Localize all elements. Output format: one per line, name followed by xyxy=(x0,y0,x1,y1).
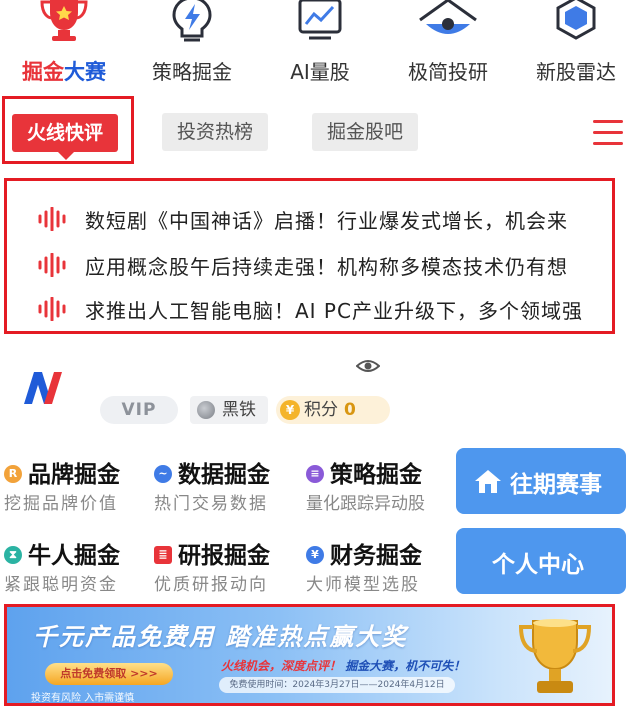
yen-coin-icon: ¥ xyxy=(306,546,324,564)
radar-eye-icon xyxy=(419,0,477,34)
risk-disclaimer: 投资有风险 入市需谨慎 xyxy=(31,693,135,703)
news-ticker: 数短剧《中国神话》启播！行业爆发式增长，机会来 应用概念股午后持续走强！机构称多… xyxy=(4,178,615,334)
chart-board-icon xyxy=(298,0,342,40)
hourglass-icon: ⧗ xyxy=(4,546,22,564)
feature-subtitle: 紧跟聪明资金 xyxy=(4,575,118,595)
points-value: 0 xyxy=(344,400,356,420)
news-text: 应用概念股午后持续走强！机构称多模态技术仍有想 xyxy=(85,255,568,279)
nav-label: 策略掘金 xyxy=(152,60,232,84)
tabs-row: 火线快评 投资热榜 掘金股吧 xyxy=(0,94,640,166)
banner-headline: 千元产品免费用 踏准热点赢大奖 xyxy=(33,623,408,651)
iron-medal-icon xyxy=(197,401,215,419)
home-icon xyxy=(475,470,501,493)
audio-wave-icon xyxy=(38,253,66,277)
feature-shuju-jueji[interactable]: ~ 数据掘金 热门交易数据 xyxy=(154,455,304,515)
feature-subtitle: 热门交易数据 xyxy=(154,494,268,514)
eye-icon[interactable] xyxy=(356,358,380,374)
feature-title: 策略掘金 xyxy=(330,462,422,488)
feature-title: 数据掘金 xyxy=(178,462,270,488)
feature-subtitle: 量化跟踪异动股 xyxy=(306,494,425,514)
feature-pinpai-jueji[interactable]: R 品牌掘金 挖掘品牌价值 xyxy=(4,455,154,515)
feature-title: 财务掘金 xyxy=(330,543,422,569)
feature-caiwu-jueji[interactable]: ¥ 财务掘金 大师模型选股 xyxy=(306,536,456,596)
banner-slogan: 火线机会，深度点评！ 掘金大赛，机不可失！ xyxy=(221,659,466,673)
nav-label: 新股雷达 xyxy=(536,60,616,84)
nav-label: 掘金大赛 xyxy=(22,60,106,84)
nav-label: AI量股 xyxy=(290,60,350,84)
news-item[interactable]: 应用概念股午后持续走强！机构称多模态技术仍有想 xyxy=(7,243,612,287)
personal-center-button[interactable]: 个人中心 xyxy=(456,528,626,594)
nav-label: 极简投研 xyxy=(408,60,488,84)
report-doc-icon: ≣ xyxy=(154,546,172,564)
banner-cta-button[interactable]: 点击免费领取 >>> xyxy=(45,663,173,685)
hamburger-menu-icon[interactable] xyxy=(593,120,623,146)
data-pulse-icon: ~ xyxy=(154,465,172,483)
stack-layers-icon: ≡ xyxy=(306,465,324,483)
feature-yanbao-jueji[interactable]: ≣ 研报掘金 优质研报动向 xyxy=(154,536,304,596)
feature-subtitle: 大师模型选股 xyxy=(306,575,420,595)
promo-banner[interactable]: 千元产品免费用 踏准热点赢大奖 点击免费领取 >>> 火线机会，深度点评！ 掘金… xyxy=(7,607,612,703)
tab-jueji-guba[interactable]: 掘金股吧 xyxy=(312,113,418,151)
feature-celue-jueji[interactable]: ≡ 策略掘金 量化跟踪异动股 xyxy=(306,455,456,515)
tab-huoxian-kuaiping[interactable]: 火线快评 xyxy=(12,114,118,160)
feature-title: 品牌掘金 xyxy=(28,462,120,488)
points-label: 积分 xyxy=(304,400,338,420)
hexagon-shield-icon xyxy=(556,0,596,40)
rank-badge: 黑铁 xyxy=(190,396,268,424)
profile-section: VIP 黑铁 ¥ 积分 0 xyxy=(0,350,640,430)
promo-banner-frame: 千元产品免费用 踏准热点赢大奖 点击免费领取 >>> 火线机会，深度点评！ 掘金… xyxy=(4,604,615,706)
vip-badge: VIP xyxy=(100,396,178,424)
brand-r-icon: R xyxy=(4,465,22,483)
points-badge[interactable]: ¥ 积分 0 xyxy=(276,396,390,424)
audio-wave-icon xyxy=(38,207,66,231)
tab-touzi-rebang[interactable]: 投资热榜 xyxy=(162,113,268,151)
banner-date: 免费使用时间：2024年3月27日——2024年4月12日 xyxy=(219,677,455,693)
feature-title: 牛人掘金 xyxy=(28,543,120,569)
feature-subtitle: 挖掘品牌价值 xyxy=(4,494,118,514)
trophy-icon xyxy=(40,0,88,41)
news-text: 求推出人工智能电脑！AI PC产业升级下，多个领域强 xyxy=(85,299,583,323)
points-coin-icon: ¥ xyxy=(280,400,300,420)
feature-subtitle: 优质研报动向 xyxy=(154,575,268,595)
past-events-button[interactable]: 往期赛事 xyxy=(456,448,626,514)
news-item[interactable]: 求推出人工智能电脑！AI PC产业升级下，多个领域强 xyxy=(7,287,612,331)
feature-niuren-jueji[interactable]: ⧗ 牛人掘金 紧跟聪明资金 xyxy=(4,536,154,596)
feature-title: 研报掘金 xyxy=(178,543,270,569)
app-logo xyxy=(24,372,62,404)
news-text: 数短剧《中国神话》启播！行业爆发式增长，机会来 xyxy=(85,209,568,233)
top-nav: 掘金大赛 策略掘金 AI量股 极简投研 新股雷达 xyxy=(0,0,640,92)
news-item[interactable]: 数短剧《中国神话》启播！行业爆发式增长，机会来 xyxy=(7,197,612,241)
audio-wave-icon xyxy=(38,297,66,321)
lightning-bulb-icon xyxy=(172,0,212,42)
gold-trophy-icon xyxy=(518,619,592,693)
